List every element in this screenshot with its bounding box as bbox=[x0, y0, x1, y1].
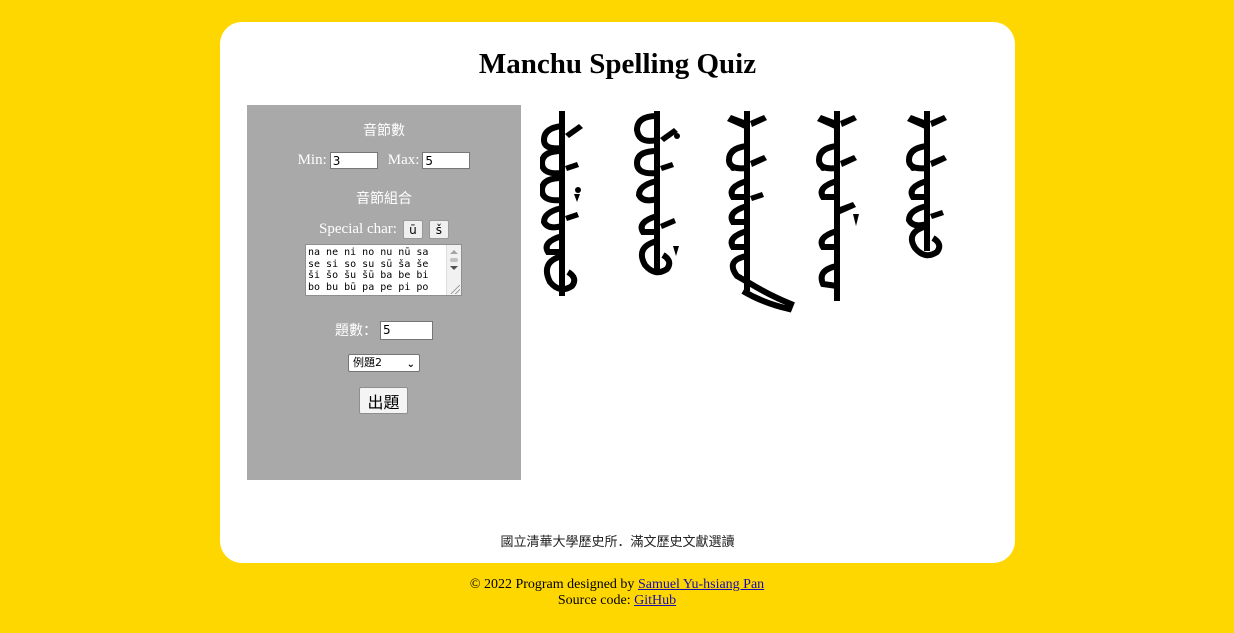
manchu-word-3 bbox=[725, 111, 795, 313]
syllable-count-heading: 音節數 bbox=[363, 123, 405, 139]
special-char-u-button[interactable]: ū bbox=[402, 220, 423, 239]
author-link[interactable]: Samuel Yu-hsiang Pan bbox=[638, 577, 764, 592]
syllable-combo-heading: 音節組合 bbox=[356, 191, 412, 207]
generate-button[interactable]: 出題 bbox=[359, 387, 408, 414]
max-input[interactable] bbox=[422, 152, 471, 169]
quiz-words-area bbox=[540, 111, 947, 313]
syllables-textarea[interactable]: na ne ni no nu nū sa se si so su sū ša š… bbox=[305, 244, 462, 296]
github-link[interactable]: GitHub bbox=[634, 593, 676, 608]
chevron-down-icon: ⌄ bbox=[406, 359, 415, 370]
question-count-input[interactable] bbox=[380, 320, 433, 340]
question-count-label: 題數： bbox=[335, 323, 377, 339]
syllables-text: na ne ni no nu nū sa se si so su sū ša š… bbox=[308, 247, 429, 293]
special-char-s-button[interactable]: š bbox=[428, 220, 449, 239]
source-code-label: Source code: bbox=[557, 593, 635, 608]
min-input[interactable] bbox=[329, 152, 378, 169]
manchu-word-1 bbox=[540, 111, 583, 296]
scroll-thumb[interactable] bbox=[450, 258, 458, 262]
example-select[interactable]: 例題2 ⌄ bbox=[348, 354, 420, 372]
credits: © 2022 Program designed by Samuel Yu-hsi… bbox=[0, 577, 1234, 609]
copyright-text: © 2022 Program designed by bbox=[469, 577, 638, 592]
min-max-row: Min: Max: bbox=[247, 152, 521, 169]
settings-panel: 音節數 Min: Max: 音節組合 Special char: ū š na … bbox=[247, 105, 521, 480]
special-char-label: Special char: bbox=[319, 221, 397, 237]
manchu-word-2 bbox=[633, 111, 680, 276]
manchu-word-5 bbox=[905, 111, 947, 259]
resize-grip-icon[interactable] bbox=[451, 285, 460, 294]
special-char-row: Special char: ū š bbox=[247, 220, 521, 239]
manchu-word-4 bbox=[815, 111, 859, 301]
max-label: Max: bbox=[387, 152, 420, 168]
scroll-down-icon[interactable] bbox=[450, 266, 458, 270]
organization-text: 國立清華大學歷史所．滿文歷史文獻選讀 bbox=[500, 535, 735, 550]
syllables-scrollbar[interactable] bbox=[446, 245, 461, 295]
main-card: Manchu Spelling Quiz 音節數 Min: Max: 音節組合 … bbox=[220, 22, 1015, 563]
min-label: Min: bbox=[297, 152, 327, 168]
question-count-row: 題數： bbox=[247, 320, 521, 340]
page-title: Manchu Spelling Quiz bbox=[478, 48, 757, 80]
scroll-up-icon[interactable] bbox=[450, 250, 458, 254]
example-select-value: 例題2 bbox=[353, 356, 382, 369]
